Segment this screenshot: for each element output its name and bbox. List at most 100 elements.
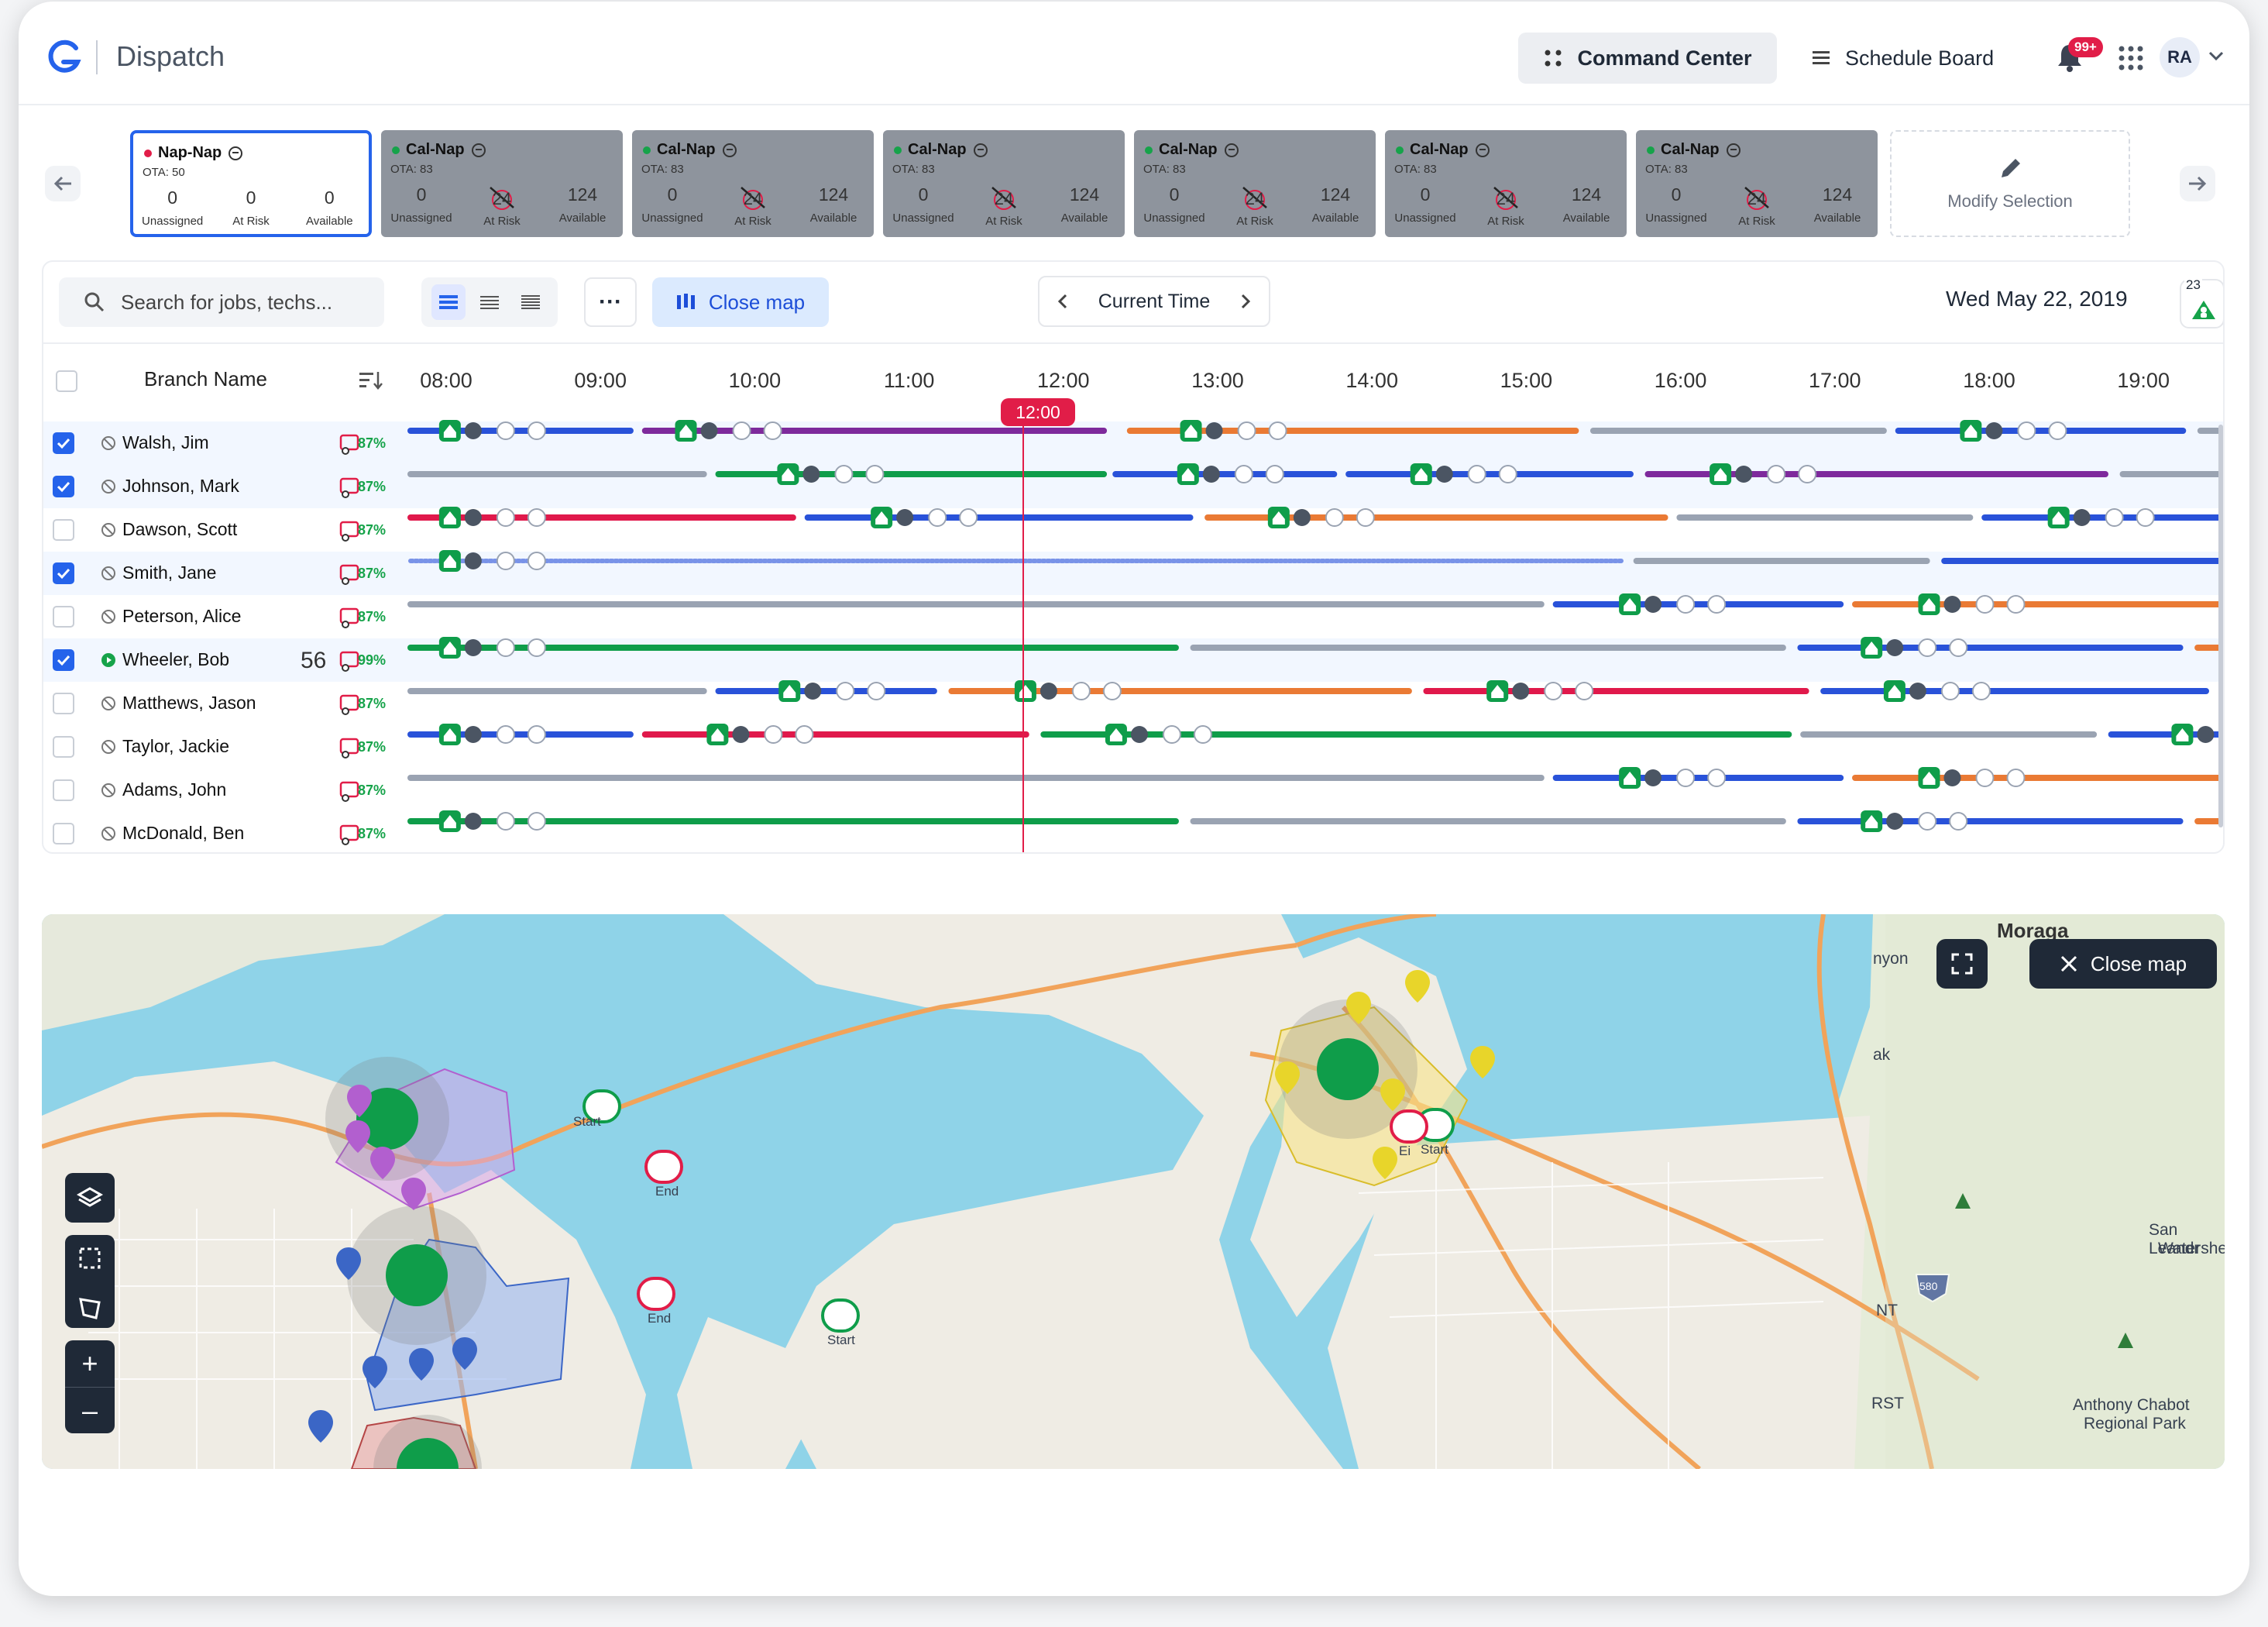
chevron-left-icon[interactable] <box>1057 293 1069 310</box>
tech-checkbox[interactable] <box>53 779 74 801</box>
at-risk-value: 0 <box>246 187 256 208</box>
schedule-date: Wed May 22, 2019 <box>1946 287 2128 311</box>
current-time-button[interactable]: Current Time <box>1098 291 1210 313</box>
rows-icon <box>479 296 499 309</box>
rect-select-icon[interactable] <box>65 1235 115 1281</box>
tech-name-cell: McDonald, Ben <box>101 823 244 844</box>
branch-card[interactable]: Cal-Nap OTA: 83 0 Unassigned 24 At Risk 12… <box>632 130 874 237</box>
layers-button[interactable] <box>65 1173 115 1223</box>
map-close-label: Close map <box>2090 951 2187 975</box>
branch-card-title: Cal-Nap <box>1145 141 1239 159</box>
chat-icon[interactable] <box>471 143 486 158</box>
branch-card[interactable]: Cal-Nap OTA: 83 0 Unassigned 24 At Risk 12… <box>1385 130 1627 237</box>
chat-icon[interactable] <box>228 146 243 161</box>
density-comfortable-button[interactable] <box>431 284 466 320</box>
check-icon <box>57 481 70 493</box>
branch-card[interactable]: Cal-Nap OTA: 83 0 Unassigned 24 At Risk 12… <box>1134 130 1376 237</box>
density-standard-button[interactable] <box>472 284 507 320</box>
tech-name-cell: Johnson, Mark <box>101 476 239 497</box>
at-risk-value: 24 <box>1747 189 1767 208</box>
timeline-chart <box>407 420 2223 832</box>
branch-card[interactable]: Nap-Nap OTA: 50 0 Unassigned 0 At Risk 0 Av… <box>130 130 372 237</box>
tech-checkbox[interactable] <box>53 432 74 454</box>
alerts-button[interactable]: 23 <box>2180 277 2223 328</box>
available-label: Available <box>1562 212 1610 225</box>
hour-label: 14:00 <box>1345 369 1398 392</box>
check-icon <box>57 568 70 580</box>
modify-selection-button[interactable]: Modify Selection <box>1890 130 2130 237</box>
play-icon <box>101 652 115 667</box>
modify-selection-label: Modify Selection <box>1947 191 2073 211</box>
tech-extra-value: 56 <box>301 648 327 673</box>
tech-checkbox[interactable] <box>53 519 74 541</box>
tech-utilization: 87% <box>358 609 387 624</box>
close-map-toggle[interactable]: Close map <box>652 277 829 327</box>
search-input[interactable]: Search for jobs, techs... <box>59 277 384 327</box>
tech-checkbox[interactable] <box>53 606 74 628</box>
blocked-icon <box>101 609 115 624</box>
tech-name-cell: Walsh, Jim <box>101 432 209 453</box>
tech-checkbox[interactable] <box>53 476 74 497</box>
branch-stats: 0 Unassigned 24 At Risk 124 Available <box>1636 184 1878 228</box>
sort-icon[interactable] <box>359 370 383 390</box>
tech-checkbox[interactable] <box>53 693 74 714</box>
apps-grid-icon[interactable] <box>2118 45 2144 71</box>
tech-name: Adams, John <box>122 779 227 800</box>
chevron-right-icon[interactable] <box>1239 293 1252 310</box>
available-label: Available <box>306 215 353 228</box>
tech-checkbox[interactable] <box>53 736 74 758</box>
branch-name: Cal-Nap <box>908 141 967 158</box>
available-label: Available <box>558 212 607 225</box>
map-canvas <box>42 914 2225 1469</box>
density-compact-button[interactable] <box>514 284 548 320</box>
fullscreen-button[interactable] <box>1936 939 1988 989</box>
lasso-select-icon[interactable] <box>65 1285 115 1332</box>
branch-name: Cal-Nap <box>1661 141 1720 158</box>
branch-status-dot <box>894 146 902 154</box>
map-view[interactable]: Start End End Start Start Ei Moraga nyon… <box>42 914 2225 1469</box>
available-stat: 124 Available <box>1797 184 1878 228</box>
chat-icon[interactable] <box>973 143 988 158</box>
tech-checkbox[interactable] <box>53 823 74 844</box>
zoom-in-button[interactable]: + <box>65 1340 115 1387</box>
notification-badge: 99+ <box>2068 37 2103 57</box>
avatar[interactable]: RA <box>2160 37 2200 77</box>
tech-name: Dawson, Scott <box>122 519 238 539</box>
branch-card-title: Cal-Nap <box>392 141 486 159</box>
now-marker-caret <box>1016 397 1030 407</box>
cards-next-button[interactable] <box>2180 166 2215 201</box>
tech-name: Peterson, Alice <box>122 606 242 626</box>
chevron-down-icon[interactable] <box>2208 50 2225 62</box>
command-center-button[interactable]: Command Center <box>1518 33 1777 84</box>
hour-label: 17:00 <box>1809 369 1861 392</box>
branch-card[interactable]: Cal-Nap OTA: 83 0 Unassigned 24 At Risk 12… <box>381 130 623 237</box>
zoom-out-button[interactable]: – <box>65 1387 115 1433</box>
branch-card[interactable]: Cal-Nap OTA: 83 0 Unassigned 24 At Risk 12… <box>883 130 1125 237</box>
at-risk-stat: 24 At Risk <box>1215 184 1295 228</box>
timeline-scrollbar[interactable] <box>2218 425 2223 827</box>
at-risk-stat: 24 At Risk <box>713 184 793 228</box>
tech-checkbox[interactable] <box>53 562 74 584</box>
map-pin-label: End <box>648 1311 672 1326</box>
available-value: 124 <box>1571 184 1602 205</box>
blocked-icon <box>101 566 115 580</box>
more-options-button[interactable]: ··· <box>584 277 637 327</box>
unassigned-label: Unassigned <box>142 215 204 228</box>
tech-checkbox[interactable] <box>53 649 74 671</box>
select-all-checkbox[interactable] <box>56 370 77 392</box>
tech-utilization: 87% <box>358 479 387 494</box>
chat-icon[interactable] <box>1475 143 1490 158</box>
chat-icon[interactable] <box>1726 143 1741 158</box>
available-value: 124 <box>1320 184 1351 205</box>
chat-icon[interactable] <box>722 143 737 158</box>
tech-utilization: 87% <box>358 435 387 451</box>
chat-icon[interactable] <box>1224 143 1239 158</box>
map-close-button[interactable]: Close map <box>2029 939 2217 989</box>
arrow-right-icon <box>2189 176 2207 191</box>
schedule-board-button[interactable]: Schedule Board <box>1811 33 2043 84</box>
branch-card[interactable]: Cal-Nap OTA: 83 0 Unassigned 24 At Risk 12… <box>1636 130 1878 237</box>
at-risk-badge: 24 <box>1488 184 1524 211</box>
ellipsis-icon: ··· <box>599 289 622 315</box>
blocked-icon <box>101 479 115 494</box>
cards-prev-button[interactable] <box>45 166 81 201</box>
